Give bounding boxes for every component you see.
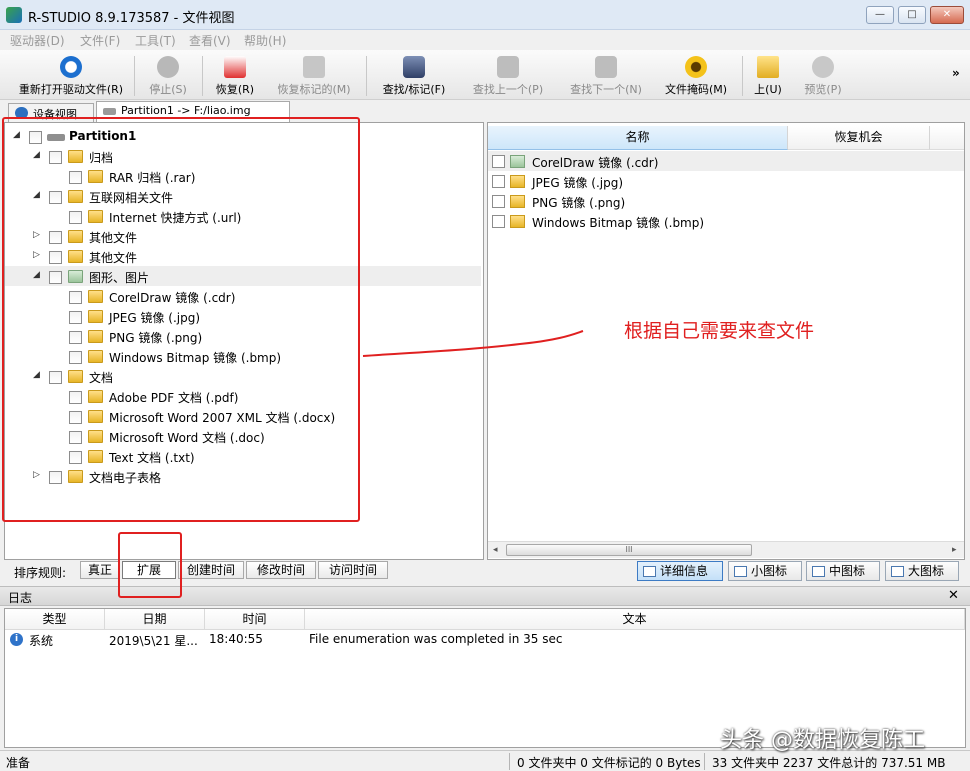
annotation-text: 根据自己需要来查文件 (624, 320, 815, 342)
annotation-arrow-line (362, 330, 584, 357)
watermark: 头条 @数据恢复陈工 (720, 728, 925, 753)
